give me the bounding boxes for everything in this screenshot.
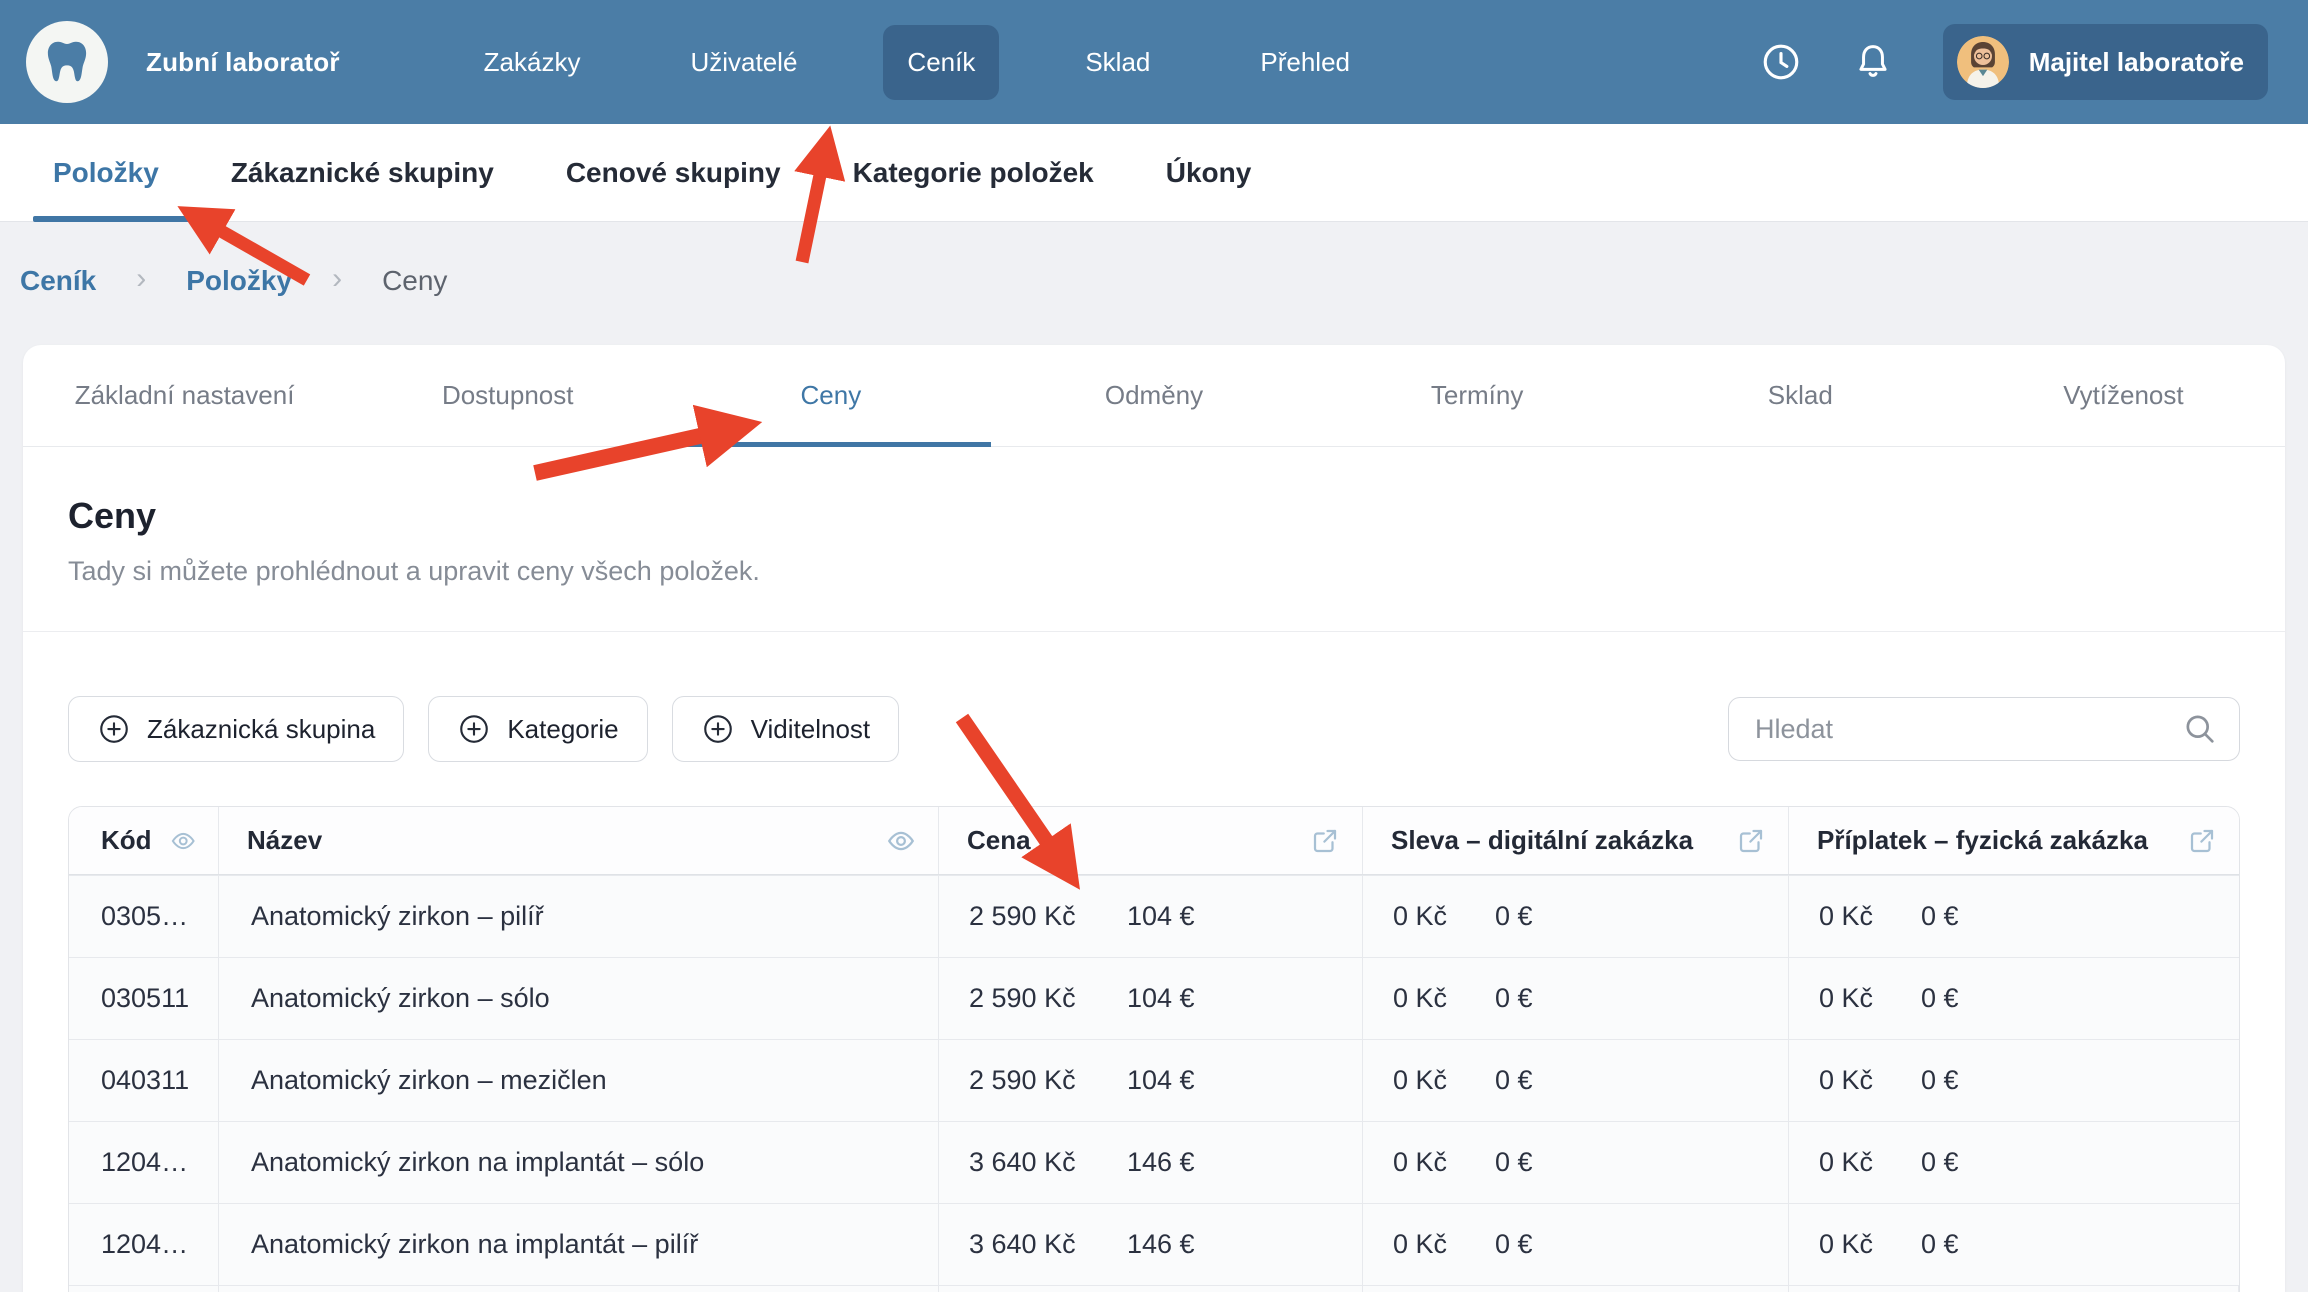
table-row[interactable]: 030511 Anatomický zirkon – sólo 2 590 Kč… [69,957,2239,1039]
cell-surcharge[interactable]: 0 Kč0 € [1789,876,2239,957]
filter-button[interactable]: Viditelnost [672,696,900,762]
table-header: Kód Název Cena [69,807,2239,875]
breadcrumb-current: Ceny [382,265,447,297]
filter-button[interactable]: Kategorie [428,696,647,762]
cell-code: 040311 [69,1040,219,1121]
page-title: Ceny [68,495,2240,537]
subnav-tab[interactable]: Úkony [1166,124,1252,222]
cell-price[interactable]: 3 640 Kč146 € [939,1204,1363,1285]
nav-item[interactable]: Přehled [1236,25,1374,100]
cell-surcharge[interactable]: 0 Kč0 € [1789,1204,2239,1285]
filter-buttons: Zákaznická skupina Kategorie Viditelnost [68,696,899,762]
user-menu[interactable]: Majitel laboratoře [1943,24,2268,100]
subnav-tab[interactable]: Cenové skupiny [566,124,781,222]
section-header: Ceny Tady si můžete prohlédnout a upravi… [23,447,2285,632]
breadcrumb: Ceník › Položky › Ceny [20,264,447,298]
table-row[interactable]: 1204… Anatomický zirkon na implantát – p… [69,1203,2239,1285]
tooth-logo-icon[interactable] [26,21,108,103]
external-link-icon[interactable] [1310,826,1340,856]
column-nazev: Název [219,807,939,874]
filter-button[interactable]: Zákaznická skupina [68,696,404,762]
cell-name: Anatomický zirkon – sólo [219,958,939,1039]
chevron-right-icon: › [136,262,146,296]
subnav-tab[interactable]: Kategorie položek [853,124,1094,222]
cell-name: Anatomický zirkon – pilíř [219,876,939,957]
external-link-icon[interactable] [2187,826,2217,856]
search-box [1728,697,2240,761]
nav-item[interactable]: Uživatelé [666,25,821,100]
cell-name: Anatomický zirkon – mezičlen [219,1040,939,1121]
cell-code: 1204… [69,1122,219,1203]
history-clock-icon[interactable] [1759,40,1803,84]
item-tab[interactable]: Odměny [992,345,1315,446]
plus-circle-icon [457,712,491,746]
search-icon[interactable] [2182,711,2218,747]
page-subtitle: Tady si můžete prohlédnout a upravit cen… [68,555,2240,587]
ceník-subnav: Položky Zákaznické skupiny Cenové skupiny K… [0,124,2308,222]
cell-price[interactable]: 2 590 Kč104 € [939,958,1363,1039]
column-cena: Cena [939,807,1363,874]
cell-code: 030511 [69,958,219,1039]
column-priplatek: Příplatek – fyzická zakázka [1789,807,2239,874]
column-kod: Kód [69,807,219,874]
nav-item[interactable]: Zakázky [460,25,605,100]
table-row[interactable]: 0305… Anatomický zirkon – pilíř 2 590 Kč… [69,875,2239,957]
item-tab[interactable]: Sklad [1639,345,1962,446]
cell-discount[interactable]: 0 Kč0 € [1363,958,1789,1039]
eye-icon[interactable] [886,826,916,856]
main-nav: Zakázky Uživatelé Ceník Sklad Přehled [460,25,1374,100]
breadcrumb-polozky[interactable]: Položky [186,265,292,297]
notifications-bell-icon[interactable] [1851,40,1895,84]
table-row-partial [69,1285,2239,1292]
cell-surcharge[interactable]: 0 Kč0 € [1789,1122,2239,1203]
cell-price[interactable]: 2 590 Kč104 € [939,1040,1363,1121]
item-tab[interactable]: Ceny [669,345,992,446]
cell-price[interactable]: 3 640 Kč146 € [939,1122,1363,1203]
chevron-right-icon: › [332,262,342,296]
item-tab[interactable]: Vytíženost [1962,345,2285,446]
user-name: Majitel laboratoře [2029,47,2244,78]
filter-button-label: Kategorie [507,714,618,745]
item-tab[interactable]: Základní nastavení [23,345,346,446]
item-tabs: Základní nastaveníDostupnostCenyOdměnyTe… [23,345,2285,447]
plus-circle-icon [97,712,131,746]
table-row[interactable]: 1204… Anatomický zirkon na implantát – s… [69,1121,2239,1203]
cell-surcharge[interactable]: 0 Kč0 € [1789,958,2239,1039]
nav-item[interactable]: Sklad [1061,25,1174,100]
filter-button-label: Viditelnost [751,714,871,745]
cell-price[interactable]: 2 590 Kč104 € [939,876,1363,957]
column-sleva: Sleva – digitální zakázka [1363,807,1789,874]
table-body: 0305… Anatomický zirkon – pilíř 2 590 Kč… [69,875,2239,1285]
cell-discount[interactable]: 0 Kč0 € [1363,1122,1789,1203]
external-link-icon[interactable] [1736,826,1766,856]
item-detail-card: Základní nastaveníDostupnostCenyOdměnyTe… [23,345,2285,1292]
prices-table: Kód Název Cena [68,806,2240,1292]
cell-surcharge[interactable]: 0 Kč0 € [1789,1040,2239,1121]
cell-name: Anatomický zirkon na implantát – pilíř [219,1204,939,1285]
breadcrumb-cenik[interactable]: Ceník [20,265,96,297]
subnav-tab[interactable]: Zákaznické skupiny [231,124,494,222]
plus-circle-icon [701,712,735,746]
brand-title: Zubní laboratoř [146,47,340,78]
top-navbar: Zubní laboratoř Zakázky Uživatelé Ceník Skl… [0,0,2308,124]
avatar [1957,36,2009,88]
navbar-right: Majitel laboratoře [1759,24,2268,100]
cell-code: 0305… [69,876,219,957]
subnav-tab[interactable]: Položky [53,124,159,222]
cell-discount[interactable]: 0 Kč0 € [1363,1204,1789,1285]
cell-name: Anatomický zirkon na implantát – sólo [219,1122,939,1203]
cell-discount[interactable]: 0 Kč0 € [1363,876,1789,957]
search-input[interactable] [1728,697,2240,761]
cell-code: 1204… [69,1204,219,1285]
item-tab[interactable]: Termíny [1316,345,1639,446]
item-tab[interactable]: Dostupnost [346,345,669,446]
cell-discount[interactable]: 0 Kč0 € [1363,1040,1789,1121]
table-toolbar: Zákaznická skupina Kategorie Viditelnost [68,696,2240,762]
eye-icon[interactable] [170,826,196,856]
app-window: Zubní laboratoř Zakázky Uživatelé Ceník Skl… [0,0,2308,1292]
table-row[interactable]: 040311 Anatomický zirkon – mezičlen 2 59… [69,1039,2239,1121]
nav-item[interactable]: Ceník [883,25,999,100]
filter-button-label: Zákaznická skupina [147,714,375,745]
